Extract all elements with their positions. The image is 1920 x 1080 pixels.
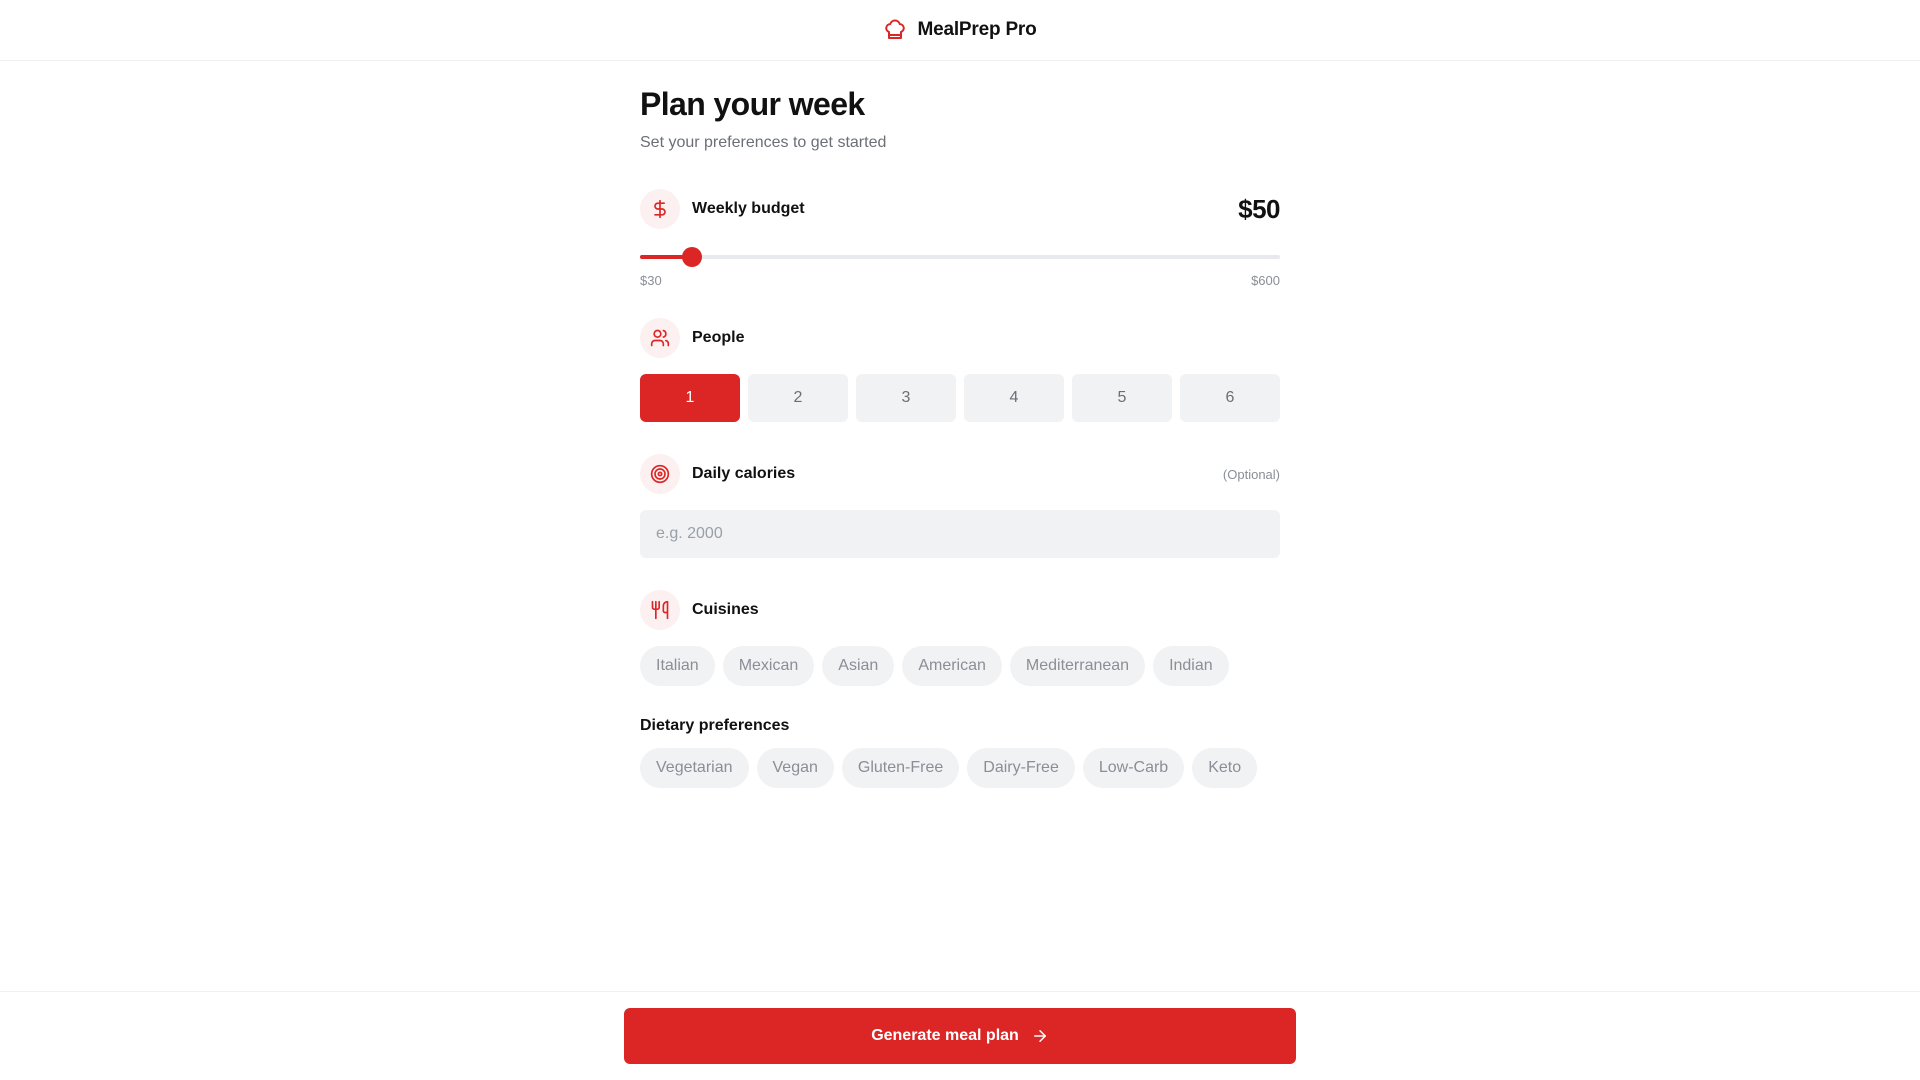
calories-label: Daily calories [692, 465, 796, 482]
page-subtitle: Set your preferences to get started [640, 134, 887, 151]
people-option-5[interactable]: 5 [1072, 374, 1172, 422]
main-content: Plan your week Set your preferences to g… [640, 61, 1280, 788]
arrow-right-icon [1033, 1030, 1046, 1042]
cuisine-chips: Italian Mexican Asian American Mediterra… [640, 646, 1280, 686]
generate-button-label: Generate meal plan [871, 1027, 1019, 1044]
cuisine-chip-asian[interactable]: Asian [822, 646, 895, 686]
top-bar: MealPrep Pro [0, 0, 1920, 61]
budget-slider[interactable] [640, 245, 1280, 269]
budget-icon-bubble [640, 189, 680, 229]
target-icon [650, 464, 670, 484]
slider-track[interactable] [640, 255, 1280, 259]
budget-header: Weekly budget $50 [640, 189, 1280, 229]
cuisine-chip-indian[interactable]: Indian [1153, 646, 1229, 686]
dietary-label: Dietary preferences [640, 717, 790, 734]
people-label: People [692, 329, 745, 346]
bottom-bar: Generate meal plan [0, 991, 1920, 1080]
dietary-chip-dairy-free[interactable]: Dairy-Free [967, 748, 1075, 788]
users-icon [650, 329, 670, 347]
calories-section: Daily calories (Optional) [640, 454, 1280, 558]
slider-thumb[interactable] [682, 247, 703, 267]
slider-max-label: $600 [1251, 273, 1280, 288]
people-option-1[interactable]: 1 [640, 374, 740, 422]
people-selector: 1 2 3 4 5 6 [640, 374, 1280, 422]
calories-header: Daily calories (Optional) [640, 454, 1280, 494]
page-title: Plan your week [640, 86, 865, 122]
cuisine-chip-mediterranean[interactable]: Mediterranean [1009, 646, 1146, 686]
cuisine-chip-american[interactable]: American [902, 646, 1002, 686]
dietary-chips: Vegetarian Vegan Gluten-Free Dairy-Free … [640, 748, 1280, 788]
cuisine-chip-mexican[interactable]: Mexican [722, 646, 815, 686]
people-icon-bubble [640, 318, 680, 358]
calories-input[interactable] [640, 510, 1280, 558]
people-section: People 1 2 3 4 5 6 [640, 318, 1280, 422]
budget-label: Weekly budget [692, 200, 805, 217]
dollar-icon [654, 199, 666, 219]
people-option-4[interactable]: 4 [964, 374, 1064, 422]
utensils-icon [651, 600, 669, 620]
chef-hat-icon [885, 19, 906, 39]
people-option-3[interactable]: 3 [856, 374, 956, 422]
dietary-chip-low-carb[interactable]: Low-Carb [1082, 748, 1185, 788]
dietary-chip-vegan[interactable]: Vegan [756, 748, 834, 788]
cuisine-chip-italian[interactable]: Italian [640, 646, 715, 686]
cuisines-icon-bubble [640, 590, 680, 630]
dietary-section: Dietary preferences Vegetarian Vegan Glu… [640, 716, 1280, 788]
dietary-chip-keto[interactable]: Keto [1192, 748, 1258, 788]
app-title: MealPrep Pro [917, 19, 1037, 40]
people-option-2[interactable]: 2 [748, 374, 848, 422]
slider-range-labels: $30 $600 [640, 273, 1280, 288]
generate-meal-plan-button[interactable]: Generate meal plan [624, 1008, 1296, 1064]
cuisines-section: Cuisines Italian Mexican Asian American … [640, 590, 1280, 686]
dietary-chip-gluten-free[interactable]: Gluten-Free [841, 748, 960, 788]
cuisines-header: Cuisines [640, 590, 1280, 630]
budget-section: Weekly budget $50 $30 $600 [640, 189, 1280, 288]
dietary-chip-vegetarian[interactable]: Vegetarian [640, 748, 749, 788]
people-header: People [640, 318, 1280, 358]
people-option-6[interactable]: 6 [1180, 374, 1280, 422]
budget-value: $50 [1238, 193, 1280, 224]
slider-min-label: $30 [640, 273, 662, 288]
cuisines-label: Cuisines [692, 601, 759, 618]
calories-icon-bubble [640, 454, 680, 494]
optional-label: (Optional) [1222, 466, 1280, 482]
